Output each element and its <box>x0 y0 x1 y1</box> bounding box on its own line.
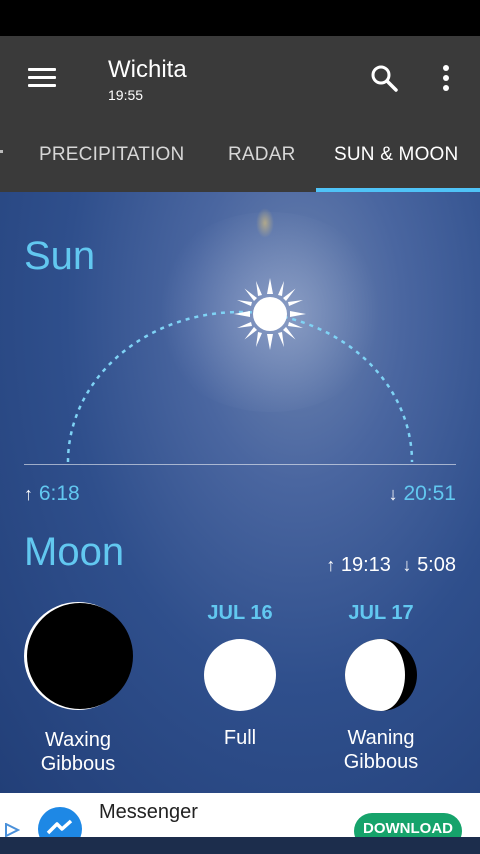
tab-overflow-edge <box>0 150 3 153</box>
messenger-logo-icon <box>38 807 82 837</box>
menu-icon[interactable] <box>28 68 56 88</box>
phase-name-line2: Gibbous <box>343 751 419 773</box>
ad-choices-icon[interactable] <box>4 823 20 837</box>
moon-phase-following: JUL 17 Waning Gibbous <box>311 602 451 774</box>
waxing-gibbous-moon-icon <box>24 602 133 710</box>
tab-bar: PRECIPITATION RADAR SUN & MOON <box>0 120 480 192</box>
moonrise-arrow-icon: ↑ <box>326 555 336 575</box>
sun-icon <box>234 278 306 350</box>
sunset-value: 20:51 <box>403 482 456 505</box>
more-options-icon[interactable] <box>438 64 454 92</box>
ad-download-button[interactable]: DOWNLOAD <box>354 813 462 837</box>
sunrise-arrow-icon: ↑ <box>24 484 33 504</box>
phase-name-line1: Full <box>223 727 257 749</box>
phase-date: JUL 17 <box>348 602 414 624</box>
moon-phase-next: JUL 16 Full <box>170 602 310 750</box>
waning-gibbous-moon-icon <box>345 639 417 711</box>
search-icon[interactable] <box>370 64 398 92</box>
moonrise-value: 19:13 <box>340 554 391 576</box>
moon-phase-current: Waxing Gibbous <box>8 600 148 776</box>
phase-date: JUL 16 <box>207 602 273 624</box>
phase-name-line2: Gibbous <box>40 753 116 775</box>
full-moon-icon <box>204 639 276 711</box>
ad-app-name: Messenger <box>99 801 198 823</box>
sun-moon-panel: Sun ↑ 6:18 ↓ 20:51 Moon ↑ 19:13 ↓ 5:08 W… <box>0 192 480 793</box>
horizon-line <box>24 464 456 465</box>
status-bar <box>0 0 480 36</box>
bottom-strip <box>0 837 480 854</box>
moonset-value: 5:08 <box>417 554 456 576</box>
phase-name-line1: Waxing <box>45 729 111 751</box>
phase-name-line1: Waning <box>347 727 415 749</box>
tab-radar[interactable]: RADAR <box>228 144 296 166</box>
location-title-block: Wichita 19:55 <box>108 56 187 104</box>
sunrise-value: 6:18 <box>38 482 80 505</box>
current-time: 19:55 <box>108 87 144 103</box>
sunset-arrow-icon: ↓ <box>388 484 398 504</box>
ad-banner[interactable]: Messenger DOWNLOAD <box>0 793 480 837</box>
moon-rise-set: ↑ 19:13 ↓ 5:08 <box>326 554 456 577</box>
city-title: Wichita <box>108 56 187 83</box>
sunrise-time: ↑ 6:18 <box>24 482 80 506</box>
moonset-arrow-icon: ↓ <box>402 555 412 575</box>
sunset-time: ↓ 20:51 <box>389 482 456 506</box>
tab-sun-and-moon[interactable]: SUN & MOON <box>334 144 458 166</box>
moon-heading: Moon <box>24 530 125 574</box>
tab-precipitation[interactable]: PRECIPITATION <box>39 144 184 166</box>
app-bar: Wichita 19:55 <box>0 36 480 120</box>
